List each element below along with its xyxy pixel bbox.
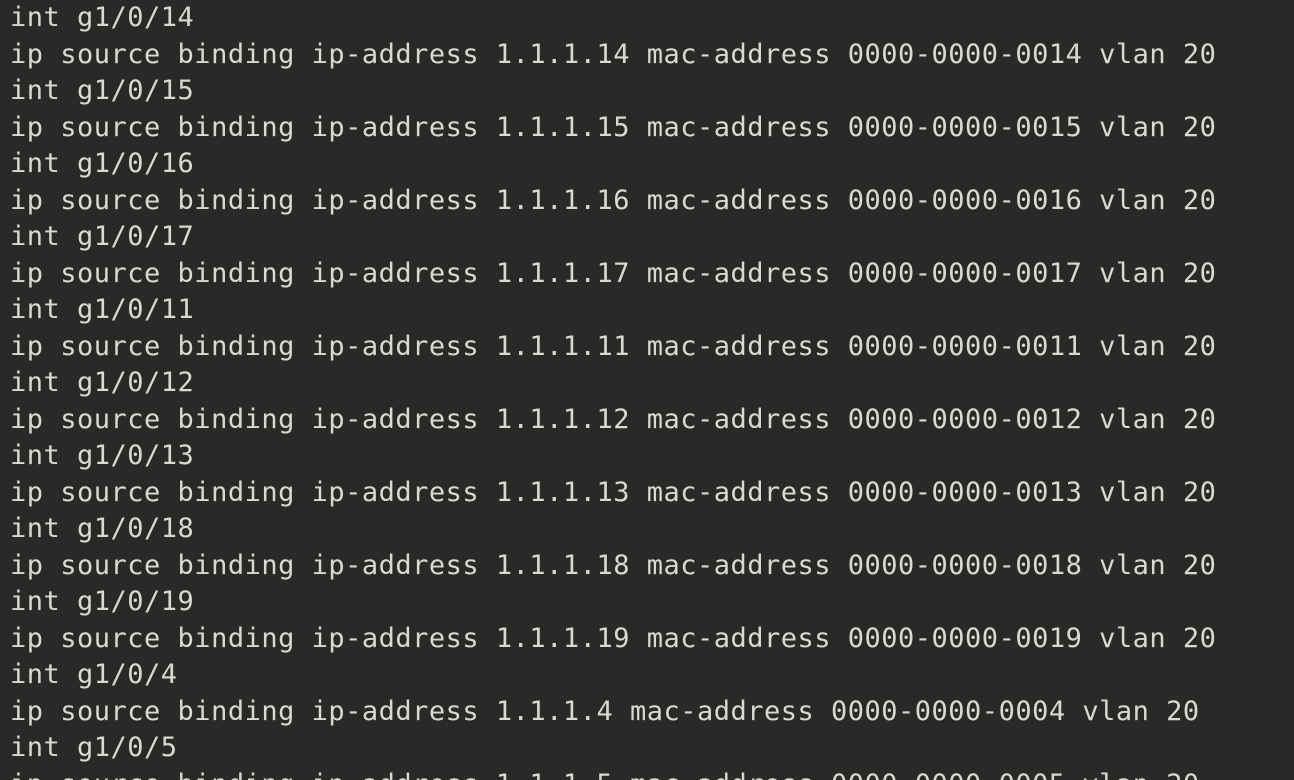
terminal-output[interactable]: int g1/0/14 ip source binding ip-address… bbox=[0, 0, 1294, 780]
